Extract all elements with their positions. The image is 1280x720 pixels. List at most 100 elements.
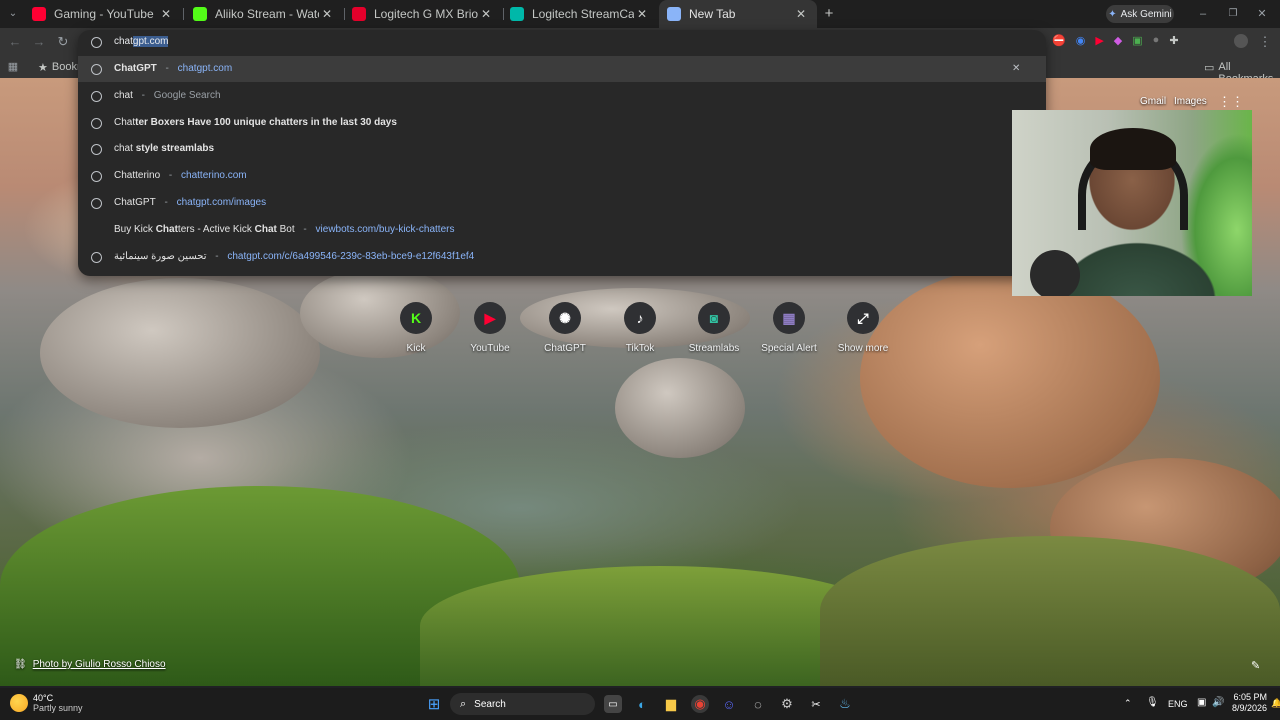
extension-youtube-icon[interactable]: ▶ bbox=[1095, 34, 1103, 47]
windows-start-icon[interactable]: ⊞ bbox=[425, 695, 443, 713]
kick-icon: K bbox=[400, 302, 432, 334]
suggestion-part: - bbox=[138, 89, 148, 101]
extensions-puzzle-icon[interactable]: ✚ bbox=[1169, 34, 1178, 47]
extension-purple-icon[interactable]: ◆ bbox=[1114, 34, 1122, 47]
back-icon[interactable]: ← bbox=[6, 33, 24, 51]
link-icon: ⛓ bbox=[14, 659, 27, 670]
address-input[interactable]: chatgpt.com bbox=[114, 36, 169, 47]
tab-2[interactable]: Aliiko Stream - Watch Live on Ki✕ bbox=[185, 0, 343, 28]
tab-4[interactable]: Logitech StreamCam - Full HD 1✕ bbox=[502, 0, 658, 28]
gmail-link[interactable]: Gmail bbox=[1140, 96, 1166, 107]
chevron-up-icon[interactable]: ⌃ bbox=[1124, 698, 1132, 709]
tab-title: Gaming - YouTube bbox=[54, 7, 154, 21]
tab-search-icon[interactable]: ⌄ bbox=[4, 5, 22, 23]
address-bar[interactable]: chatgpt.com bbox=[78, 30, 1046, 54]
chrome-icon[interactable]: ◉ bbox=[691, 695, 709, 713]
history-icon bbox=[91, 90, 102, 102]
remove-suggestion-icon[interactable]: ✕ bbox=[1012, 63, 1020, 74]
tab-separator bbox=[183, 8, 184, 20]
shortcut-streamlabs[interactable]: ◙ Streamlabs bbox=[679, 302, 749, 354]
suggestion-part: Buy Kick bbox=[114, 223, 156, 235]
apps-grid-icon[interactable]: ▦ bbox=[4, 58, 22, 76]
task-view-icon[interactable]: ▭ bbox=[604, 695, 622, 713]
capcut-icon[interactable]: ✂ bbox=[807, 695, 825, 713]
close-window-icon[interactable]: ✕ bbox=[1253, 5, 1271, 23]
mic-icon[interactable]: 🎙 bbox=[1146, 697, 1159, 708]
clock[interactable]: 6:05 PM 8/9/2026 bbox=[1232, 692, 1267, 714]
minimize-icon[interactable]: – bbox=[1194, 5, 1212, 23]
kick-icon bbox=[193, 7, 207, 21]
edge-icon[interactable]: ◐ bbox=[633, 695, 651, 713]
omnibox-suggestion[interactable]: تحسين صورة سينمائية - chatgpt.com/c/6a49… bbox=[78, 244, 1046, 270]
close-tab-icon[interactable]: ✕ bbox=[478, 7, 494, 21]
menu-dots-icon[interactable]: ⋮ bbox=[1256, 33, 1274, 51]
file-explorer-icon[interactable]: ▆ bbox=[662, 695, 680, 713]
profile-avatar[interactable] bbox=[1234, 34, 1248, 48]
suggestion-text: تحسين صورة سينمائية - chatgpt.com/c/6a49… bbox=[114, 251, 474, 262]
weather-widget[interactable]: 40°C Partly sunny bbox=[33, 693, 83, 713]
shortcut-label: YouTube bbox=[470, 343, 510, 354]
language-indicator[interactable]: ENG bbox=[1168, 699, 1188, 709]
taskbar-search[interactable]: ⌕ Search bbox=[450, 693, 595, 715]
suggestion-part: Chat bbox=[254, 223, 277, 235]
omnibox-suggestion[interactable]: Chatterino - chatterino.com bbox=[78, 163, 1046, 189]
shortcut-kick[interactable]: K Kick bbox=[381, 302, 451, 354]
close-tab-icon[interactable]: ✕ bbox=[793, 7, 809, 21]
google-apps-icon[interactable]: ⋮⋮ bbox=[1218, 94, 1244, 110]
app-icon[interactable]: ◌ bbox=[749, 695, 767, 713]
close-tab-icon[interactable]: ✕ bbox=[158, 7, 174, 21]
chrome-icon bbox=[667, 7, 681, 21]
special-alert-icon: ▦ bbox=[773, 302, 805, 334]
customize-pencil-icon[interactable]: ✎ bbox=[1251, 659, 1260, 672]
extension-gray-icon[interactable]: ● bbox=[1153, 34, 1160, 47]
suggestion-text: ChatGPT - chatgpt.com/images bbox=[114, 197, 266, 208]
history-icon bbox=[91, 117, 102, 129]
tab-title: Aliiko Stream - Watch Live on Ki bbox=[215, 7, 319, 21]
tab-3[interactable]: Logitech G MX Brio 4K UHD We✕ bbox=[344, 0, 502, 28]
photo-credit[interactable]: ⛓ Photo by Giulio Rosso Chioso bbox=[14, 659, 166, 670]
images-link[interactable]: Images bbox=[1174, 96, 1207, 107]
reload-icon[interactable]: ↻ bbox=[54, 33, 72, 51]
network-icon[interactable]: ▣ bbox=[1197, 697, 1206, 708]
suggestion-part: - bbox=[300, 223, 310, 235]
globe-icon bbox=[91, 251, 102, 263]
extension-green-icon[interactable]: ▣ bbox=[1132, 34, 1142, 47]
omnibox-suggestion[interactable]: ChatGPT - chatgpt.com/images bbox=[78, 190, 1046, 216]
suggestion-part: viewbots.com/buy-kick-chatters bbox=[315, 223, 455, 235]
restore-icon[interactable]: ❐ bbox=[1224, 5, 1242, 23]
shortcut-youtube[interactable]: ▶ YouTube bbox=[455, 302, 525, 354]
settings-gear-icon[interactable]: ⚙ bbox=[778, 695, 796, 713]
omnibox-suggestion[interactable]: Buy Kick Chatters - Active Kick Chat Bot… bbox=[78, 217, 1046, 243]
streamlabs-icon: ◙ bbox=[698, 302, 730, 334]
discord-icon[interactable]: ☺ bbox=[720, 695, 738, 713]
extension-blue-icon[interactable]: ◉ bbox=[1076, 34, 1086, 47]
shortcut-label: Streamlabs bbox=[688, 343, 740, 354]
notification-bell-icon[interactable]: 🔔 bbox=[1271, 698, 1280, 709]
webcam-overlay bbox=[1012, 110, 1252, 296]
ask-gemini-button[interactable]: ✦ Ask Gemini bbox=[1106, 5, 1174, 23]
close-tab-icon[interactable]: ✕ bbox=[634, 7, 650, 21]
omnibox-suggestion[interactable]: Chatter Boxers Have 100 unique chatters … bbox=[78, 110, 1046, 136]
forward-icon[interactable]: → bbox=[30, 33, 48, 51]
omnibox-suggestion[interactable]: chat style streamlabs bbox=[78, 136, 1046, 162]
volume-icon[interactable]: 🔊 bbox=[1212, 697, 1224, 708]
tab-strip: ⌄ Gaming - YouTube✕Aliiko Stream - Watch… bbox=[0, 0, 1280, 28]
omnibox-dropdown: chatgpt.com ChatGPT - chatgpt.com chat - … bbox=[78, 30, 1046, 276]
close-tab-icon[interactable]: ✕ bbox=[319, 7, 335, 21]
suggestion-text: chat - Google Search bbox=[114, 90, 221, 101]
omnibox-suggestion[interactable]: ChatGPT - chatgpt.com bbox=[78, 56, 1046, 82]
steam-icon[interactable]: ♨ bbox=[836, 695, 854, 713]
extension-red-icon[interactable]: ⛔ bbox=[1052, 34, 1066, 47]
shortcut-chatgpt[interactable]: ✺ ChatGPT bbox=[530, 302, 600, 354]
new-tab-icon[interactable]: + bbox=[820, 5, 838, 23]
shortcut-special-alert[interactable]: ▦ Special Alert bbox=[754, 302, 824, 354]
tab-1[interactable]: Gaming - YouTube ✕ bbox=[24, 0, 182, 28]
suggestion-part: style streamlabs bbox=[135, 143, 215, 155]
tab-5[interactable]: New Tab ✕ bbox=[659, 0, 817, 28]
shortcut-show-more[interactable]: ⤢ Show more bbox=[828, 302, 898, 354]
suggestion-text: chat style streamlabs bbox=[114, 143, 214, 154]
shortcut-tiktok[interactable]: ♪ TikTok bbox=[605, 302, 675, 354]
history-icon bbox=[91, 144, 102, 156]
suggestion-part: - bbox=[212, 250, 222, 262]
omnibox-suggestion[interactable]: chat - Google Search bbox=[78, 83, 1046, 109]
